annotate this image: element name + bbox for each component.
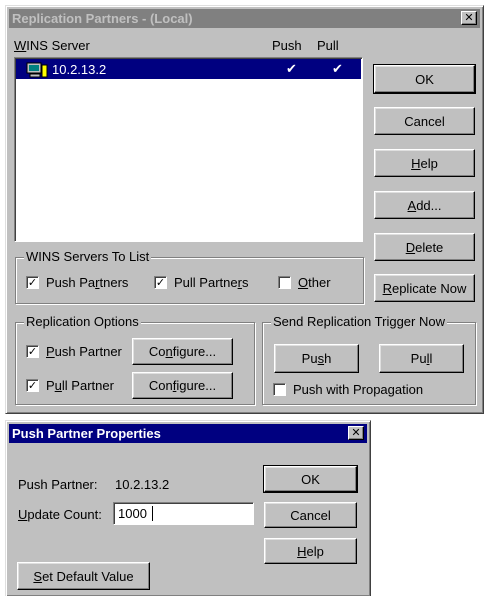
push-partner-checkbox[interactable]: ✓ [26, 345, 39, 358]
pull-partner-label: Pull Partner [46, 378, 114, 393]
cancel-button[interactable]: Cancel [374, 107, 475, 135]
delete-button[interactable]: Delete [374, 233, 475, 261]
replication-title: Replication Partners - (Local) [12, 11, 193, 26]
configure-push-button[interactable]: Co n figure... [132, 338, 233, 365]
update-count-value: 1000 [118, 506, 147, 521]
ok-button[interactable]: OK [373, 64, 476, 94]
push-partners-label: Push Partners [46, 275, 129, 290]
push-props-title: Push Partner Properties [12, 426, 161, 441]
replication-partners-dialog: Replication Partners - (Local) ✕ WINS Se… [5, 5, 484, 414]
replication-title-bar: Replication Partners - (Local) ✕ [9, 9, 480, 28]
replication-options-group: Replication Options ✓ Push Partner Co n fi… [15, 314, 255, 405]
trigger-group: Send Replication Trigger Now Pu s h Pu l l P… [262, 314, 476, 405]
push-props-title-bar: Push Partner Properties ✕ [9, 424, 367, 443]
replication-options-title: Replication Options [24, 314, 141, 329]
list-header-server: WINS Server [14, 38, 90, 53]
pull-partner-checkbox[interactable]: ✓ [26, 379, 39, 392]
help-button[interactable]: Help [374, 149, 475, 177]
servers-to-list-title: WINS Servers To List [24, 249, 152, 264]
replicate-now-button[interactable]: Replicate Now [374, 274, 475, 302]
configure-pull-button[interactable]: Con f igure... [132, 372, 233, 399]
other-checkbox[interactable] [278, 276, 291, 289]
push-partner-label: Push Partner [46, 344, 122, 359]
wins-server-list[interactable]: 10.2.13.2 ✔ ✔ [14, 57, 363, 242]
trigger-title: Send Replication Trigger Now [271, 314, 447, 329]
server-push-check: ✔ [286, 61, 297, 76]
set-default-value-button[interactable]: Set Default Value [17, 562, 150, 590]
update-count-label: Update Count: [18, 507, 102, 522]
add-button[interactable]: Add... [374, 191, 475, 219]
text-cursor [152, 506, 153, 521]
list-header-pull: Pull [317, 38, 339, 53]
push-partner-properties-dialog: Push Partner Properties ✕ Push Partner: … [5, 420, 371, 596]
list-header-push: Push [272, 38, 302, 53]
push-trigger-button[interactable]: Pu s h [274, 344, 359, 373]
server-computer-icon [26, 61, 48, 81]
push-props-ok-button[interactable]: OK [263, 465, 358, 493]
server-address: 10.2.13.2 [52, 62, 107, 77]
push-props-help-button[interactable]: Help [264, 538, 357, 564]
pull-trigger-button[interactable]: Pu l l [379, 344, 464, 373]
update-count-input[interactable]: 1000 [113, 502, 254, 525]
push-props-cancel-button[interactable]: Cancel [264, 502, 357, 528]
pull-partners-label: Pull Partners [174, 275, 249, 290]
push-partners-checkbox[interactable]: ✓ [26, 276, 39, 289]
push-partner-value: 10.2.13.2 [115, 477, 170, 492]
push-with-propagation-checkbox[interactable] [273, 383, 286, 396]
list-item[interactable]: 10.2.13.2 ✔ ✔ [16, 59, 361, 79]
push-partner-field-label: Push Partner: [18, 477, 98, 492]
push-with-propagation-label: Push with Propagation [293, 382, 424, 397]
pull-partners-checkbox[interactable]: ✓ [154, 276, 167, 289]
servers-to-list-group: WINS Servers To List ✓ Push Partners ✓ P… [15, 249, 364, 304]
close-icon[interactable]: ✕ [348, 426, 364, 440]
server-pull-check: ✔ [332, 61, 343, 76]
other-label: Other [298, 275, 331, 290]
close-icon[interactable]: ✕ [461, 11, 477, 25]
